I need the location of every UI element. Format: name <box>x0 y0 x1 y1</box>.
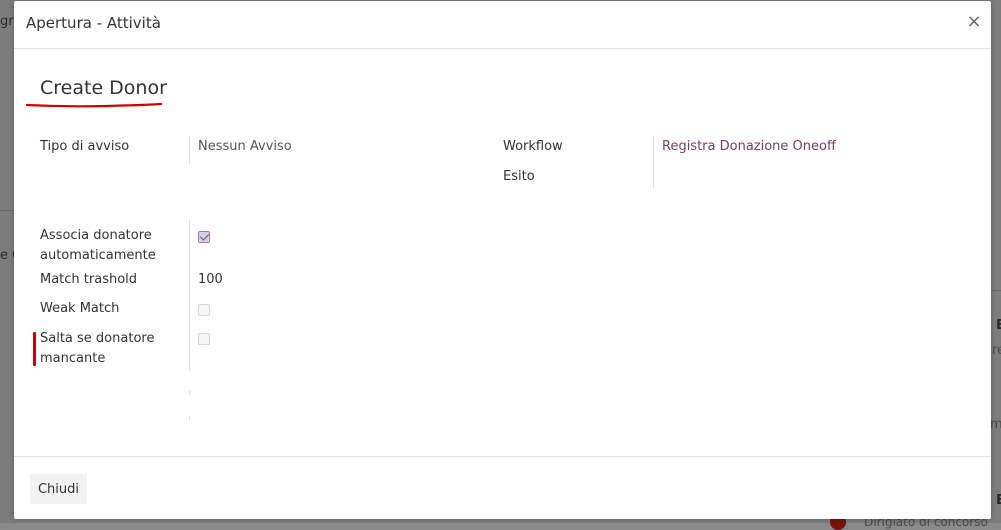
workflow-label: Workflow <box>503 139 563 154</box>
background-fragment: re <box>992 343 1001 358</box>
annotation-bar <box>33 332 36 366</box>
background-fragment: mit <box>990 417 1001 432</box>
annotation-underline <box>26 102 162 108</box>
associa-donatore-checkbox[interactable] <box>198 231 210 243</box>
esito-label: Esito <box>503 169 535 184</box>
background-fragment: E <box>996 493 1001 508</box>
field-separator <box>653 136 654 188</box>
tipo-avviso-value[interactable]: Nessun Avviso <box>198 137 292 157</box>
field-separator <box>189 220 190 371</box>
close-icon[interactable]: × <box>965 11 983 33</box>
dialog-header: Apertura - Attività × <box>14 1 991 49</box>
background-fragment: gr <box>0 14 14 29</box>
background-divider <box>991 290 1001 291</box>
background-fragment: E <box>996 318 1001 333</box>
salta-donatore-checkbox[interactable] <box>198 333 210 345</box>
dialog-footer: Chiudi <box>14 456 991 519</box>
salta-donatore-label: Salta se donatore mancante <box>40 331 155 366</box>
weak-match-label: Weak Match <box>40 301 120 316</box>
match-trashold-value[interactable]: 100 <box>198 270 223 290</box>
weak-match-checkbox[interactable] <box>198 304 210 316</box>
associa-donatore-label: Associa donatore automaticamente <box>40 228 156 263</box>
dialog-title: Apertura - Attività <box>26 14 161 32</box>
close-button[interactable]: Chiudi <box>30 474 87 504</box>
activity-dialog: Apertura - Attività × Create Donor Tipo … <box>14 1 991 519</box>
field-separator <box>189 136 190 164</box>
record-title: Create Donor <box>40 77 167 99</box>
workflow-link[interactable]: Registra Donazione Oneoff <box>662 137 836 157</box>
tipo-avviso-label: Tipo di avviso <box>40 139 130 154</box>
field-separator <box>189 391 190 395</box>
match-trashold-label: Match trashold <box>40 272 138 287</box>
background-divider <box>0 210 14 211</box>
field-separator <box>189 416 190 420</box>
